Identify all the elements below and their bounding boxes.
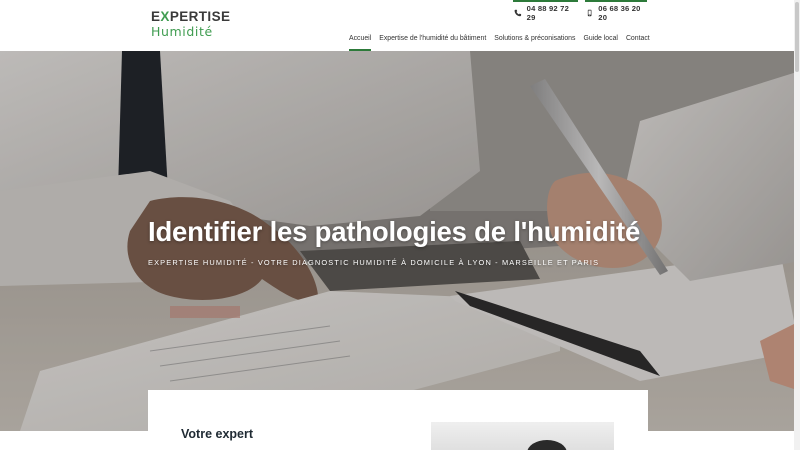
nav-item-contact[interactable]: Contact <box>622 33 654 51</box>
phone-mobile-number: 06 68 36 20 20 <box>598 4 641 22</box>
nav-item-solutions[interactable]: Solutions & préconisations <box>490 33 579 51</box>
expert-section: Votre expert <box>148 390 648 450</box>
site-logo[interactable]: EXPERTISE Humidité <box>151 10 231 40</box>
logo-wordmark-bottom: Humidité <box>151 24 213 39</box>
section-heading-votre-expert: Votre expert <box>181 427 254 441</box>
site-header: EXPERTISE Humidité 04 88 92 72 29 06 68 … <box>0 0 800 51</box>
phone-icon <box>514 9 522 17</box>
scrollbar-thumb[interactable] <box>795 2 799 72</box>
expert-photo-subject <box>527 440 567 450</box>
mobile-phone-icon <box>587 9 592 17</box>
hero-subtitle: EXPERTISE HUMIDITÉ - VOTRE DIAGNOSTIC HU… <box>148 258 600 267</box>
expert-photo <box>431 422 614 450</box>
nav-item-accueil[interactable]: Accueil <box>345 33 375 51</box>
nav-item-guide-local[interactable]: Guide local <box>579 33 621 51</box>
phone-landline-number: 04 88 92 72 29 <box>526 4 569 22</box>
phone-mobile-link[interactable]: 06 68 36 20 20 <box>585 0 647 24</box>
nav-item-expertise[interactable]: Expertise de l'humidité du bâtiment <box>375 33 490 51</box>
logo-wordmark-top: EXPERTISE <box>151 9 231 24</box>
hero-banner: Identifier les pathologies de l'humidité… <box>0 51 800 431</box>
phone-landline-link[interactable]: 04 88 92 72 29 <box>513 0 578 24</box>
page-scrollbar[interactable] <box>794 0 800 450</box>
main-navigation: Accueil Expertise de l'humidité du bâtim… <box>345 33 654 51</box>
hero-title: Identifier les pathologies de l'humidité <box>148 216 641 247</box>
